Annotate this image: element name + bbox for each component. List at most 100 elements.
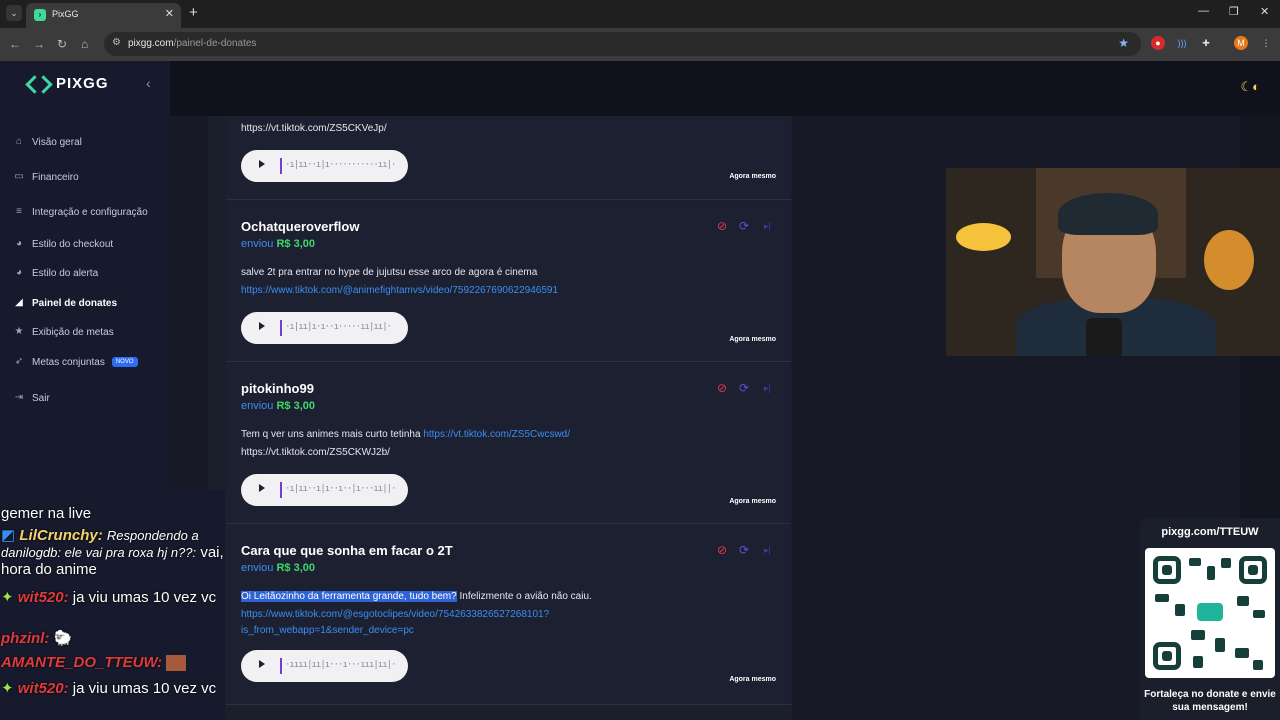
minimize-icon[interactable]: — (1198, 5, 1209, 17)
wallet-icon: ▭ (14, 171, 24, 182)
sidebar-item-painel-donates[interactable]: ◢ Painel de donates (13, 297, 117, 309)
audio-progress (280, 482, 282, 498)
close-window-icon[interactable]: ✕ (1260, 5, 1269, 18)
tab-title: PixGG (52, 9, 79, 19)
audio-player[interactable]: ·ı|ıı··ı|ı···········ıı|· (241, 150, 408, 182)
close-tab-icon[interactable]: ✕ (165, 7, 174, 20)
home-icon: ⌂ (15, 136, 23, 147)
sidebar-item-financeiro[interactable]: ▭ Financeiro (13, 171, 78, 183)
browser-toolbar: ← → ↻ ⌂ ⚙ pixgg.com/painel-de-donates ★ (0, 28, 1280, 61)
donation-link[interactable]: https://www.tiktok.com/@animefightamvs/v… (241, 282, 641, 300)
donation-amount-line: enviou R$ 3,00 (241, 400, 316, 412)
sidebar-item-exibicao-metas[interactable]: ★ Exibição de metas (13, 326, 114, 338)
star-icon: ★ (14, 326, 24, 337)
chat-message: AMANTE_DO_TTEUW: (1, 654, 187, 672)
sidebar-item-sair[interactable]: ⇥ Sair (13, 392, 50, 404)
donor-name: pitokinho99 (241, 381, 314, 396)
restore-icon[interactable]: ❐ (1229, 5, 1239, 18)
replay-icon[interactable]: ⟳ (739, 543, 749, 557)
skip-icon[interactable]: ▸| (764, 545, 771, 556)
back-icon[interactable]: ← (9, 37, 21, 51)
block-icon[interactable]: ⊘ (717, 219, 727, 233)
sidebar-item-visao-geral[interactable]: ⌂ Visão geral (13, 136, 82, 148)
audio-player[interactable]: ·ı|ıı··ı|ı··ı··|ı···ıı||· (241, 474, 408, 506)
waveform: ·ıııı|ıı|ı···ı···ııı|ıı|· (285, 660, 396, 670)
site-info-icon[interactable]: ⚙ (112, 37, 121, 48)
collapse-sidebar-icon[interactable]: ‹ (146, 75, 151, 91)
donation-amount-line: enviou R$ 3,00 (241, 562, 316, 574)
bookmark-star-icon[interactable]: ★ (1118, 36, 1129, 50)
sidebar-item-integracao[interactable]: ≡ Integração e configuração (13, 206, 148, 218)
waveform: ·ı|ıı··ı|ı··ı··|ı···ıı||· (285, 484, 396, 494)
selected-text: Oi Leitãozinho da ferramenta grande, tud… (241, 591, 457, 602)
sidebar-item-metas-conjuntas[interactable]: ➶ Metas conjuntas NOVO (13, 356, 138, 368)
app-topbar: ☾◐ (170, 61, 1280, 116)
play-icon[interactable] (259, 160, 265, 168)
audio-player[interactable]: ·ıııı|ıı|ı···ı···ııı|ıı|· (241, 650, 408, 682)
chat-badge-icon: ✦ (1, 680, 14, 697)
extension-red-icon[interactable]: ● (1151, 36, 1165, 50)
donation-message: Tem q ver uns animes mais curto tetinha … (241, 429, 571, 458)
address-bar[interactable]: ⚙ pixgg.com/painel-de-donates ★ (104, 32, 1141, 56)
donation-message: https://vt.tiktok.com/ZS5CKVeJp/ (241, 123, 387, 134)
new-badge: NOVO (111, 357, 138, 367)
replay-icon[interactable]: ⟳ (739, 219, 749, 233)
emote-icon: 🐑 (53, 630, 73, 647)
chat-message: ◩ LilCrunchy: Respondendo a danilogdb: e… (1, 527, 224, 578)
home-icon[interactable]: ⌂ (81, 37, 88, 51)
rocket-icon: ➶ (14, 356, 24, 367)
qr-code (1145, 548, 1275, 678)
profile-avatar[interactable]: M (1234, 36, 1248, 50)
theme-toggle-icon[interactable]: ☾◐ (1240, 79, 1260, 95)
new-tab-button[interactable]: + (189, 5, 198, 21)
donation-time: Agora mesmo (729, 676, 776, 683)
extension-wave-icon[interactable]: ))) (1175, 36, 1189, 50)
play-icon[interactable] (259, 322, 265, 330)
donation-card: Ochatqueroverflow enviou R$ 3,00 salve 2… (226, 201, 791, 362)
skip-icon[interactable]: ▸| (764, 383, 771, 394)
chat-message: gemer na live (1, 505, 92, 522)
webcam-feed (946, 168, 1280, 356)
sidebar-item-estilo-alerta[interactable]: ◕ Estilo do alerta (13, 267, 98, 279)
waveform: ·ı|ıı|ı·ı··ı·····ıı|ıı|· (285, 322, 392, 332)
settings-icon: ≡ (16, 206, 22, 217)
donation-card: Cara que que sonha em facar o 2T enviou … (226, 525, 791, 705)
sidebar-item-estilo-checkout[interactable]: ◕ Estilo do checkout (13, 238, 113, 250)
donation-message: salve 2t pra entrar no hype de jujutsu e… (241, 264, 641, 300)
audio-player[interactable]: ·ı|ıı|ı·ı··ı·····ıı|ıı|· (241, 312, 408, 344)
skip-icon[interactable]: ▸| (764, 221, 771, 232)
donate-qr-panel: pixgg.com/TTEUW Fortaleça no donate e en… (1140, 518, 1280, 720)
chat-message: phzinl: 🐑 (1, 630, 73, 647)
donation-amount-line: enviou R$ 3,00 (241, 238, 316, 250)
microphone (1086, 318, 1122, 356)
chat-message: ✦ wit520: ja viu umas 10 vez vc (1, 589, 217, 606)
replay-icon[interactable]: ⟳ (739, 381, 749, 395)
pixgg-logo[interactable]: PIXGG (28, 75, 109, 92)
donate-url: pixgg.com/TTEUW (1161, 526, 1259, 538)
reload-icon[interactable]: ↻ (57, 37, 67, 51)
donation-link[interactable]: https://vt.tiktok.com/ZS5Cwcswd/ (423, 429, 570, 440)
chat-message: ✦ wit520: ja viu umas 10 vez vc (1, 680, 217, 697)
extensions-puzzle-icon[interactable]: ✚ (1199, 36, 1213, 50)
play-icon[interactable] (259, 484, 265, 492)
donation-link[interactable]: https://www.tiktok.com/@esgotoclipes/vid… (241, 606, 641, 640)
pixgg-logo-icon (28, 77, 50, 91)
pixgg-favicon-icon: › (34, 9, 46, 21)
donation-message: Oi Leitãozinho da ferramenta grande, tud… (241, 588, 641, 640)
tab-search-button[interactable]: ⌄ (6, 5, 22, 21)
block-icon[interactable]: ⊘ (717, 543, 727, 557)
browser-menu-icon[interactable]: ⋮ (1259, 36, 1273, 50)
logout-icon: ⇥ (14, 392, 24, 403)
donation-card: pitokinho99 enviou R$ 3,00 Tem q ver uns… (226, 363, 791, 524)
stream-chat-overlay: gemer na live ◩ LilCrunchy: Respondendo … (0, 490, 225, 720)
browser-tabbar: ⌄ › PixGG ✕ + — ❐ ✕ (0, 0, 1280, 28)
browser-tab[interactable]: › PixGG ✕ (26, 3, 181, 28)
lamp-left (956, 223, 1011, 251)
forward-icon[interactable]: → (33, 37, 45, 51)
block-icon[interactable]: ⊘ (717, 381, 727, 395)
chat-badge-icon: ✦ (1, 589, 14, 606)
play-icon[interactable] (259, 660, 265, 668)
donate-call-to-action: Fortaleça no donate e envie sua mensagem… (1144, 689, 1276, 713)
pixgg-logo-icon (1197, 603, 1223, 621)
audio-progress (280, 320, 282, 336)
